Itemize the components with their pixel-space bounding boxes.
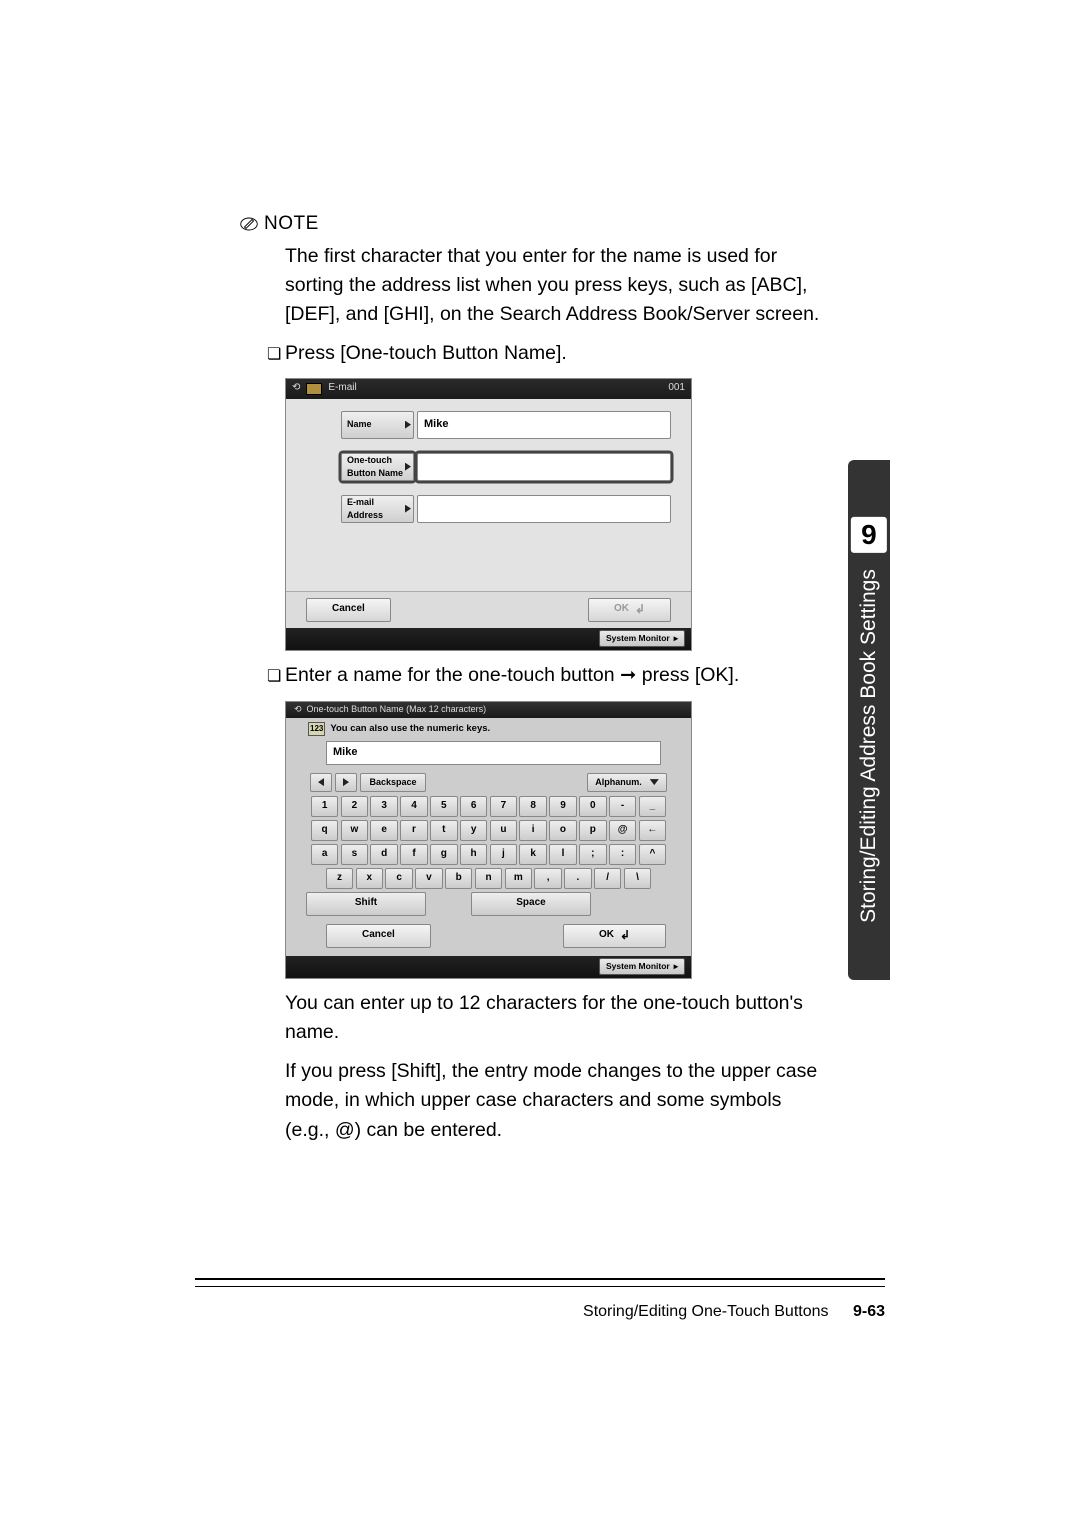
kb-key[interactable]: o: [549, 820, 577, 841]
step-press-onetouch: ❏ Press [One-touch Button Name].: [285, 339, 820, 367]
kb-key[interactable]: n: [475, 868, 503, 889]
title-type: E-mail: [328, 381, 356, 396]
kb-key[interactable]: e: [370, 820, 398, 841]
email-icon: [306, 383, 322, 395]
kb-key[interactable]: ,: [534, 868, 562, 889]
email-value: [417, 495, 671, 523]
kb-key[interactable]: v: [415, 868, 443, 889]
kb-key[interactable]: ←: [639, 820, 667, 841]
title-num: 001: [668, 381, 685, 396]
kb-key[interactable]: _: [639, 796, 667, 817]
kb-key[interactable]: k: [519, 844, 547, 865]
kb-title-text: One-touch Button Name (Max 12 characters…: [307, 703, 487, 716]
kb-key[interactable]: q: [311, 820, 339, 841]
kb-key[interactable]: f: [400, 844, 428, 865]
tab-label: Storing/Editing Address Book Settings: [854, 569, 884, 923]
chapter-tab: Storing/Editing Address Book Settings 9: [848, 460, 890, 980]
kb-key[interactable]: @: [609, 820, 637, 841]
keyboard-screenshot: ⟲ One-touch Button Name (Max 12 characte…: [285, 701, 692, 979]
kb-key[interactable]: t: [430, 820, 458, 841]
step-enter-name: ❏ Enter a name for the one-touch button …: [285, 661, 820, 689]
tab-number: 9: [851, 517, 887, 553]
kb-key[interactable]: ^: [639, 844, 667, 865]
kb-key[interactable]: \: [624, 868, 652, 889]
email-address-button[interactable]: E-mail Address: [341, 495, 414, 523]
pencil-icon: [240, 215, 258, 233]
back-icon: ⟲: [294, 703, 302, 716]
kb-key[interactable]: i: [519, 820, 547, 841]
footer-section: Storing/Editing One-Touch Buttons: [583, 1303, 828, 1320]
cursor-left-button[interactable]: [310, 773, 332, 792]
kb-key[interactable]: 3: [370, 796, 398, 817]
follow-text-2: If you press [Shift], the entry mode cha…: [285, 1057, 820, 1145]
back-icon: ⟲: [292, 381, 300, 396]
onetouch-value: [417, 453, 671, 481]
name-value: Mike: [417, 411, 671, 439]
kb-key[interactable]: 9: [549, 796, 577, 817]
kb-cancel-button[interactable]: Cancel: [326, 924, 431, 948]
kb-key[interactable]: d: [370, 844, 398, 865]
kb-key[interactable]: 7: [490, 796, 518, 817]
ok-button[interactable]: OK↲: [588, 598, 671, 622]
kb-key[interactable]: m: [505, 868, 533, 889]
name-button[interactable]: Name: [341, 411, 414, 439]
kb-key[interactable]: s: [341, 844, 369, 865]
kb-key[interactable]: a: [311, 844, 339, 865]
step-marker: ❏: [267, 665, 281, 688]
kb-ok-button[interactable]: OK↲: [563, 924, 666, 948]
kb-key[interactable]: z: [326, 868, 354, 889]
step-marker: ❏: [267, 343, 281, 366]
kb-key[interactable]: c: [385, 868, 413, 889]
note-body: The first character that you enter for t…: [285, 242, 820, 330]
note-label: NOTE: [264, 210, 319, 238]
footer-page: 9-63: [853, 1303, 885, 1320]
kb-key[interactable]: :: [609, 844, 637, 865]
kb-key[interactable]: 6: [460, 796, 488, 817]
kb-key[interactable]: 8: [519, 796, 547, 817]
kb-key[interactable]: b: [445, 868, 473, 889]
follow-text-1: You can enter up to 12 characters for th…: [285, 989, 820, 1048]
kb-key[interactable]: g: [430, 844, 458, 865]
kb-key[interactable]: 0: [579, 796, 607, 817]
shift-button[interactable]: Shift: [306, 892, 426, 916]
kb-row-3: asdfghjkl;:^: [306, 844, 671, 865]
kb-key[interactable]: -: [609, 796, 637, 817]
kb-key[interactable]: 5: [430, 796, 458, 817]
system-monitor-button[interactable]: System Monitor▸: [599, 958, 685, 975]
kb-key[interactable]: 4: [400, 796, 428, 817]
kb-key[interactable]: /: [594, 868, 622, 889]
kb-key[interactable]: y: [460, 820, 488, 841]
backspace-button[interactable]: Backspace: [360, 773, 426, 792]
kb-row-4: zxcvbnm,./\: [306, 868, 671, 889]
cursor-right-button[interactable]: [335, 773, 357, 792]
kb-key[interactable]: j: [490, 844, 518, 865]
kb-input-display: Mike: [326, 741, 661, 765]
kb-key[interactable]: l: [549, 844, 577, 865]
kb-key[interactable]: r: [400, 820, 428, 841]
numeric-icon: 123: [308, 722, 325, 736]
kb-row-2: qwertyuiop@←: [306, 820, 671, 841]
kb-key[interactable]: 2: [341, 796, 369, 817]
onetouch-button-name-button[interactable]: One-touch Button Name: [341, 453, 414, 481]
kb-key[interactable]: h: [460, 844, 488, 865]
footer-rule: [195, 1278, 885, 1287]
kb-key[interactable]: w: [341, 820, 369, 841]
kb-key[interactable]: x: [356, 868, 384, 889]
space-button[interactable]: Space: [471, 892, 591, 916]
footer: Storing/Editing One-Touch Buttons 9-63: [583, 1300, 885, 1323]
cancel-button[interactable]: Cancel: [306, 598, 391, 622]
kb-key[interactable]: u: [490, 820, 518, 841]
kb-key[interactable]: p: [579, 820, 607, 841]
kb-key[interactable]: ;: [579, 844, 607, 865]
mode-button[interactable]: Alphanum.: [587, 773, 667, 792]
kb-key[interactable]: 1: [311, 796, 339, 817]
kb-key[interactable]: .: [564, 868, 592, 889]
system-monitor-button[interactable]: System Monitor▸: [599, 630, 685, 647]
kb-row-1: 1234567890-_: [306, 796, 671, 817]
kb-hint-text: You can also use the numeric keys.: [330, 722, 490, 736]
email-settings-screenshot: ⟲ E-mail 001 Name Mike One-touch Button …: [285, 378, 692, 651]
